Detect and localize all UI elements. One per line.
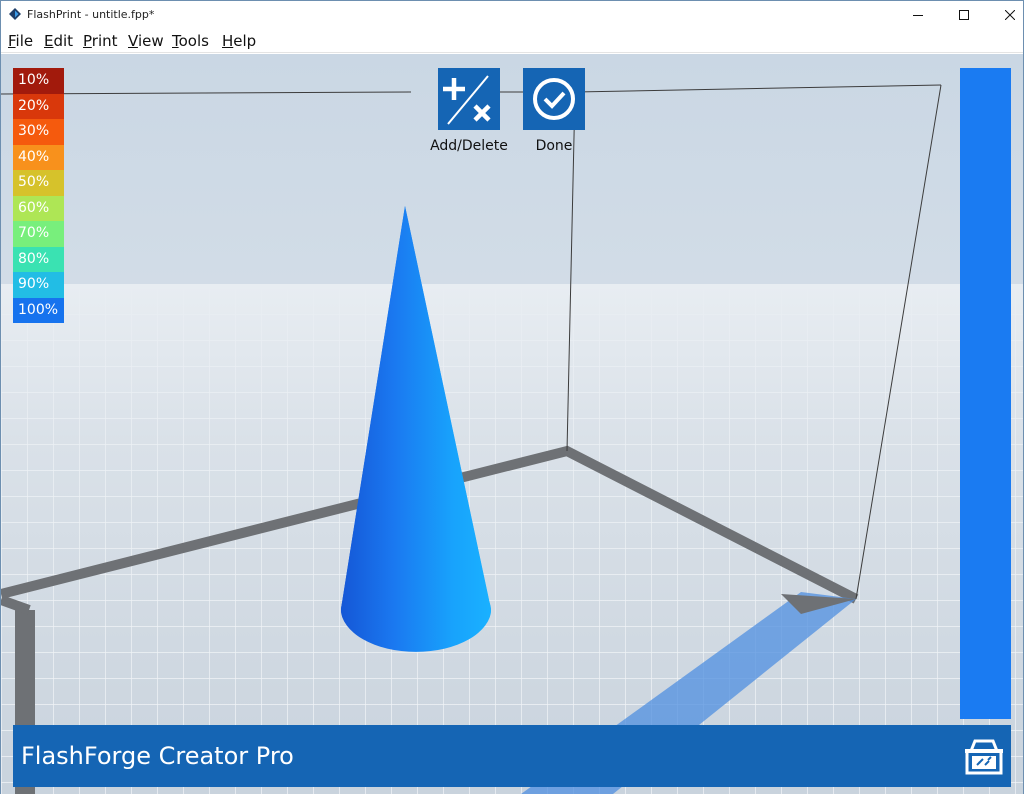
floor-grid: [1, 284, 1023, 794]
menu-help-label: elp: [233, 32, 257, 50]
menu-edit[interactable]: Edit: [44, 32, 73, 50]
menu-print-accel: P: [83, 32, 92, 50]
title-bar: FlashPrint - untitle.fpp*: [1, 1, 1023, 29]
menu-help-accel: H: [222, 32, 234, 50]
minimize-button[interactable]: [895, 1, 941, 29]
menu-bar: File Edit Print View Tools Help: [1, 29, 1023, 53]
close-button[interactable]: [987, 1, 1024, 29]
menu-tools-accel: T: [172, 32, 179, 50]
legend-row: 20%: [13, 93, 64, 119]
legend-row: 30%: [13, 119, 64, 145]
legend-row: 40%: [13, 144, 64, 170]
legend-row: 10%: [13, 68, 64, 94]
legend-row: 70%: [13, 221, 64, 247]
legend-row: 80%: [13, 246, 64, 272]
maximize-icon: [959, 10, 969, 20]
printer-connect-icon[interactable]: [963, 735, 1005, 777]
menu-print[interactable]: Print: [83, 32, 118, 50]
printer-name: FlashForge Creator Pro: [21, 742, 294, 770]
add-delete-label: Add/Delete: [430, 138, 508, 154]
layer-slider-bar[interactable]: [960, 68, 1011, 719]
done-button[interactable]: [523, 68, 585, 130]
flashprint-logo-icon: [9, 8, 21, 20]
maximize-button[interactable]: [941, 1, 987, 29]
menu-file-accel: F: [8, 32, 16, 50]
menu-tools[interactable]: Tools: [172, 32, 209, 50]
menu-view[interactable]: View: [128, 32, 164, 50]
menu-file-label: ile: [15, 32, 34, 50]
printer-status-bar: FlashForge Creator Pro: [13, 725, 1011, 787]
menu-view-label: iew: [137, 32, 164, 50]
check-circle-icon: [533, 78, 575, 120]
minimize-icon: [913, 15, 923, 16]
window-title: FlashPrint - untitle.fpp*: [27, 8, 155, 21]
infill-legend: 10% 20% 30% 40% 50% 60% 70% 80% 90% 100%: [13, 68, 64, 323]
plus-slash-x-icon: [443, 75, 491, 125]
add-delete-button[interactable]: [438, 68, 500, 130]
menu-file[interactable]: File: [8, 32, 33, 50]
menu-edit-label: dit: [53, 32, 74, 50]
legend-row: 90%: [13, 272, 64, 298]
legend-row: 60%: [13, 195, 64, 221]
close-icon: [1005, 10, 1015, 20]
menu-help[interactable]: Help: [222, 32, 256, 50]
menu-tools-label: ools: [178, 32, 209, 50]
legend-row: 100%: [13, 297, 64, 323]
build-scene[interactable]: [1, 54, 1023, 794]
legend-row: 50%: [13, 170, 64, 196]
menu-print-label: rint: [91, 32, 118, 50]
3d-viewport[interactable]: 10% 20% 30% 40% 50% 60% 70% 80% 90% 100%…: [1, 54, 1023, 794]
done-label: Done: [535, 138, 573, 154]
menu-view-accel: V: [128, 32, 138, 50]
app-window: FlashPrint - untitle.fpp* File Edit Prin…: [0, 0, 1024, 794]
